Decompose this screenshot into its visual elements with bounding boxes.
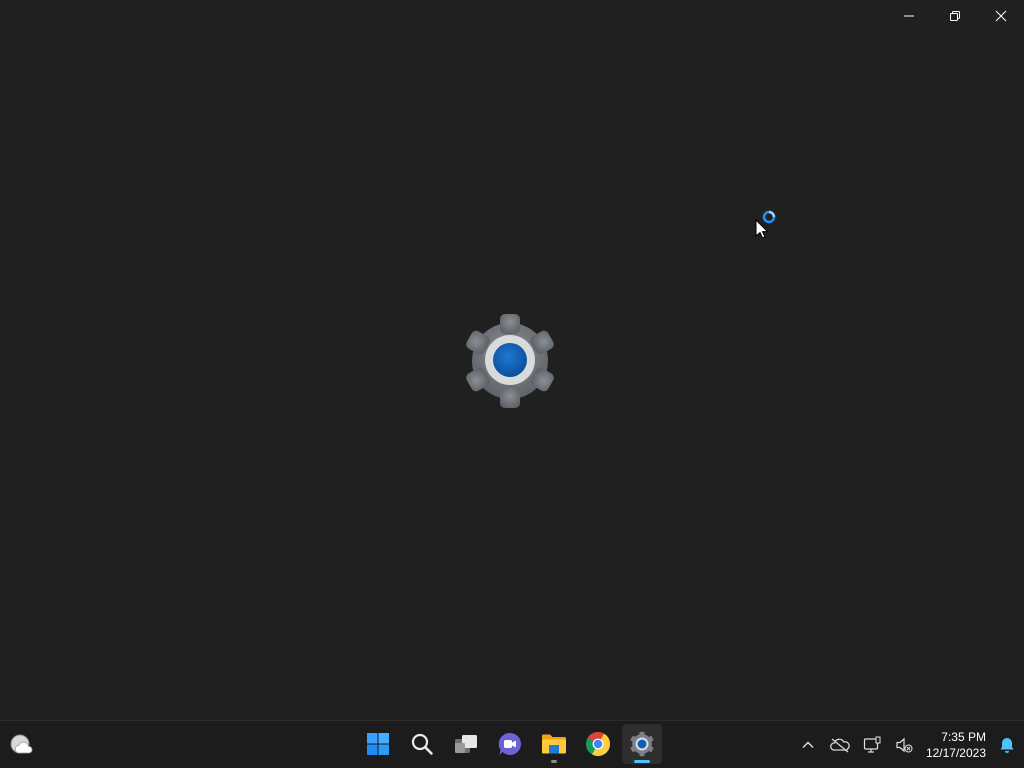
- task-view-button[interactable]: [446, 724, 486, 764]
- chat-button[interactable]: [490, 724, 530, 764]
- clock-button[interactable]: 7:35 PM 12/17/2023: [920, 725, 990, 765]
- windows-start-icon: [367, 733, 389, 755]
- minimize-button[interactable]: [886, 0, 932, 32]
- active-indicator: [634, 760, 650, 763]
- minimize-icon: [904, 15, 914, 17]
- caption-buttons: [886, 0, 1024, 32]
- chevron-up-icon: [802, 741, 814, 748]
- close-icon: [995, 10, 1007, 22]
- task-view-icon: [455, 735, 477, 753]
- taskbar-apps: [358, 724, 662, 766]
- system-tray: 7:35 PM 12/17/2023: [792, 721, 1024, 768]
- search-button[interactable]: [402, 724, 442, 764]
- teams-chat-icon: [498, 732, 522, 755]
- file-explorer-button[interactable]: [534, 724, 574, 764]
- busy-cursor-icon: [755, 210, 776, 238]
- clock-time: 7:35 PM: [941, 730, 986, 744]
- onedrive-button[interactable]: [824, 725, 856, 765]
- clock-date: 12/17/2023: [925, 746, 986, 760]
- search-icon: [411, 733, 433, 755]
- restore-button[interactable]: [932, 0, 978, 32]
- notifications-button[interactable]: [990, 725, 1024, 765]
- settings-taskbar-button[interactable]: [622, 724, 662, 764]
- volume-muted-icon: [896, 737, 913, 753]
- close-button[interactable]: [978, 0, 1024, 32]
- settings-gear-icon: [466, 314, 554, 408]
- start-button[interactable]: [358, 724, 398, 764]
- volume-button[interactable]: [888, 725, 920, 765]
- weather-cloud-icon: [10, 734, 33, 754]
- taskbar: 7:35 PM 12/17/2023: [0, 720, 1024, 768]
- settings-gear-icon: [630, 731, 654, 757]
- chrome-button[interactable]: [578, 724, 618, 764]
- show-hidden-icons-button[interactable]: [792, 725, 824, 765]
- restore-icon: [950, 11, 960, 21]
- onedrive-offline-icon: [830, 738, 850, 753]
- network-button[interactable]: [856, 725, 888, 765]
- settings-window: [0, 0, 1024, 720]
- bell-icon: [1000, 738, 1014, 753]
- widgets-button[interactable]: [6, 729, 38, 761]
- chrome-icon: [585, 731, 610, 757]
- network-icon: [863, 736, 881, 753]
- running-indicator: [551, 760, 557, 763]
- folder-icon: [542, 734, 566, 754]
